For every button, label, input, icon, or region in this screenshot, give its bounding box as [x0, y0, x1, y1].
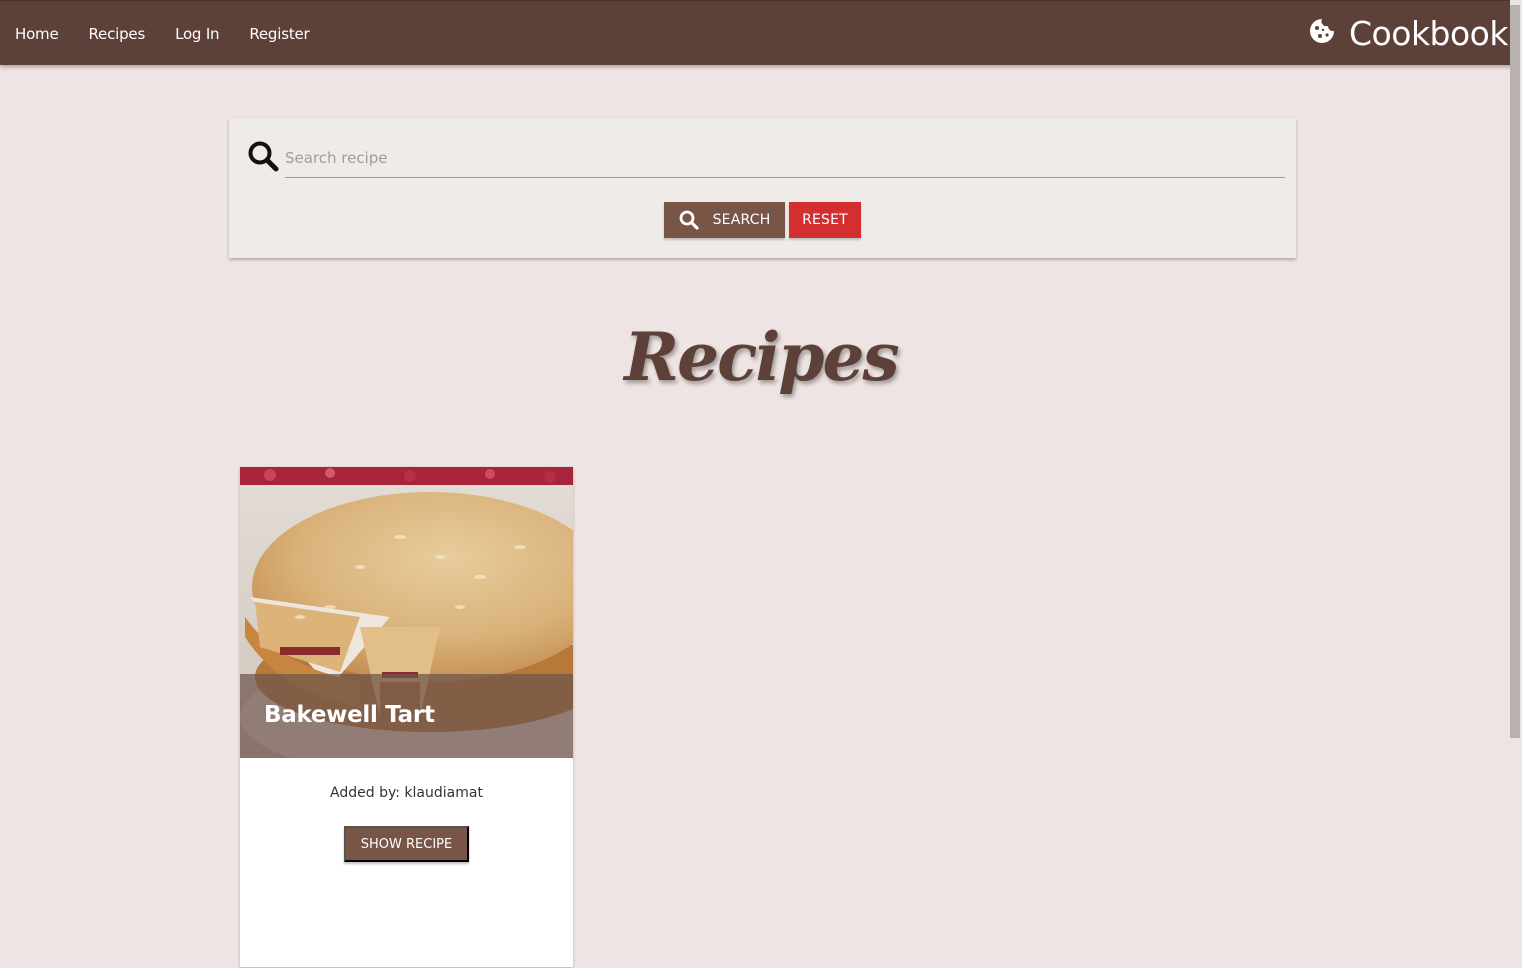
recipe-author: Added by: klaudiamat [330, 785, 483, 801]
reset-button-label: RESET [802, 212, 848, 228]
brand-logo[interactable]: Cookbook [1309, 1, 1508, 66]
page-title: Recipes [624, 318, 899, 396]
top-navbar: Home Recipes Log In Register Cookbook [0, 0, 1522, 65]
nav-link-login[interactable]: Log In [160, 25, 234, 43]
search-input[interactable] [285, 138, 1285, 178]
nav-links: Home Recipes Log In Register [0, 1, 325, 66]
cookie-icon [1309, 18, 1335, 49]
recipe-title: Bakewell Tart [264, 702, 435, 728]
search-icon [679, 210, 699, 230]
nav-link-recipes[interactable]: Recipes [74, 25, 161, 43]
search-button[interactable]: SEARCH [664, 202, 785, 238]
reset-button[interactable]: RESET [789, 202, 861, 238]
search-actions: SEARCH RESET [664, 202, 861, 238]
show-recipe-label: SHOW RECIPE [360, 836, 453, 852]
recipe-title-overlay: Bakewell Tart [240, 674, 573, 758]
recipe-card: Bakewell Tart Added by: klaudiamat SHOW … [240, 467, 573, 967]
recipe-image: Bakewell Tart [240, 467, 573, 758]
nav-link-home[interactable]: Home [0, 25, 74, 43]
search-icon [247, 140, 279, 177]
nav-link-register[interactable]: Register [234, 25, 324, 43]
brand-name: Cookbook [1349, 14, 1508, 53]
search-card: SEARCH RESET [229, 118, 1296, 258]
search-button-label: SEARCH [712, 212, 771, 228]
show-recipe-button[interactable]: SHOW RECIPE [344, 826, 469, 862]
scrollbar[interactable] [1510, 0, 1522, 968]
